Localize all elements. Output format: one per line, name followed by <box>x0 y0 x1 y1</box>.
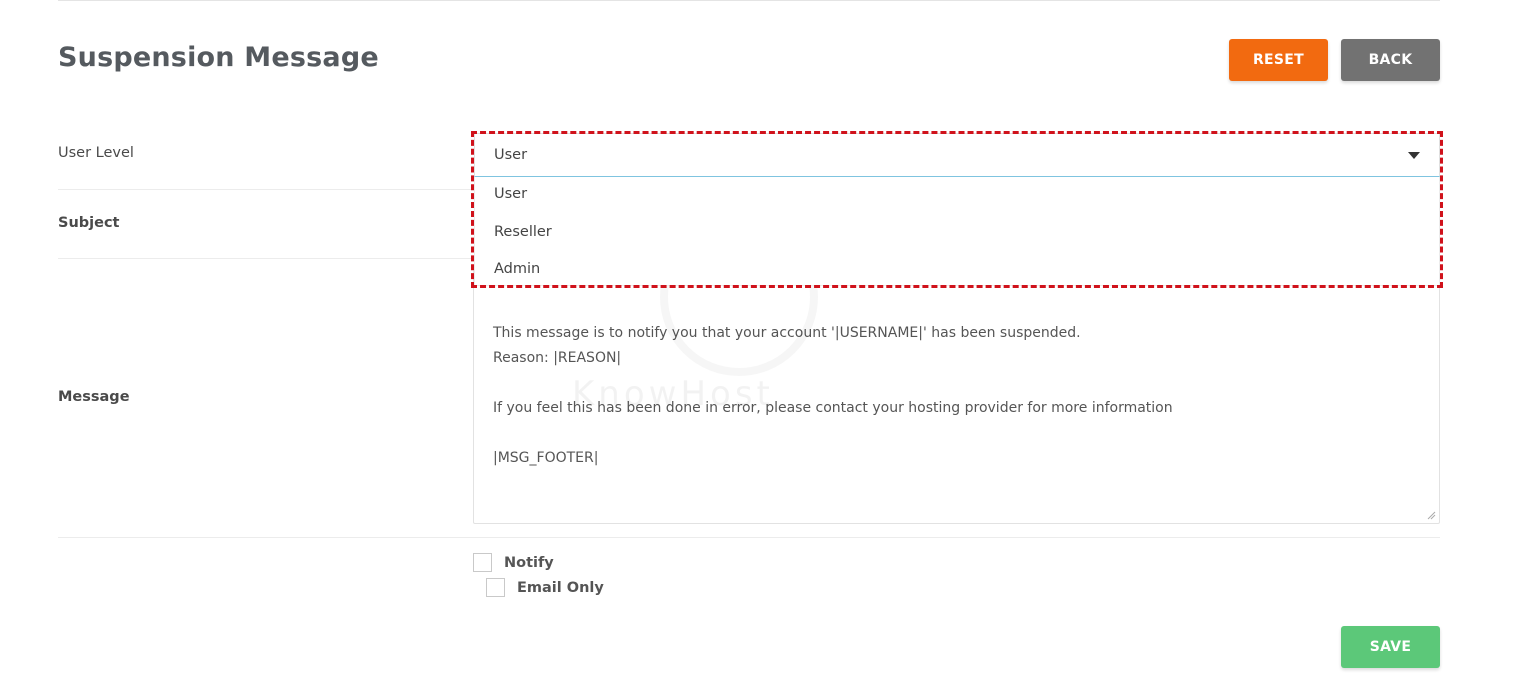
watermark-text: KnowHost <box>572 374 774 414</box>
user-level-select[interactable]: User <box>474 133 1440 177</box>
save-button[interactable]: SAVE <box>1341 626 1440 668</box>
notify-checkbox[interactable] <box>473 553 492 572</box>
email-only-checkbox-row[interactable]: Email Only <box>486 578 604 597</box>
message-label: Message <box>58 389 130 405</box>
message-line: This message is to notify you that your … <box>493 325 1081 341</box>
reset-button[interactable]: RESET <box>1229 39 1328 81</box>
dropdown-option-user[interactable]: User <box>494 186 527 202</box>
user-level-dropdown: User Reseller Admin <box>474 177 1440 286</box>
email-only-label: Email Only <box>517 579 604 596</box>
back-button[interactable]: BACK <box>1341 39 1440 81</box>
message-line <box>493 421 1420 446</box>
subject-label: Subject <box>58 215 120 231</box>
email-only-checkbox[interactable] <box>486 578 505 597</box>
row-divider <box>58 537 1440 538</box>
user-level-selected-value: User <box>494 147 528 163</box>
notify-label: Notify <box>504 554 554 571</box>
dropdown-option-admin[interactable]: Admin <box>494 261 540 277</box>
dropdown-option-reseller[interactable]: Reseller <box>494 224 552 240</box>
resize-handle-icon[interactable] <box>1426 510 1436 520</box>
user-level-label: User Level <box>58 145 134 161</box>
top-divider <box>58 0 1440 1</box>
message-line: Reason: |REASON| <box>493 350 622 366</box>
caret-down-icon <box>1408 152 1420 159</box>
page-title: Suspension Message <box>58 42 379 73</box>
notify-checkbox-row[interactable]: Notify <box>473 553 554 572</box>
message-line: |MSG_FOOTER| <box>493 450 599 466</box>
